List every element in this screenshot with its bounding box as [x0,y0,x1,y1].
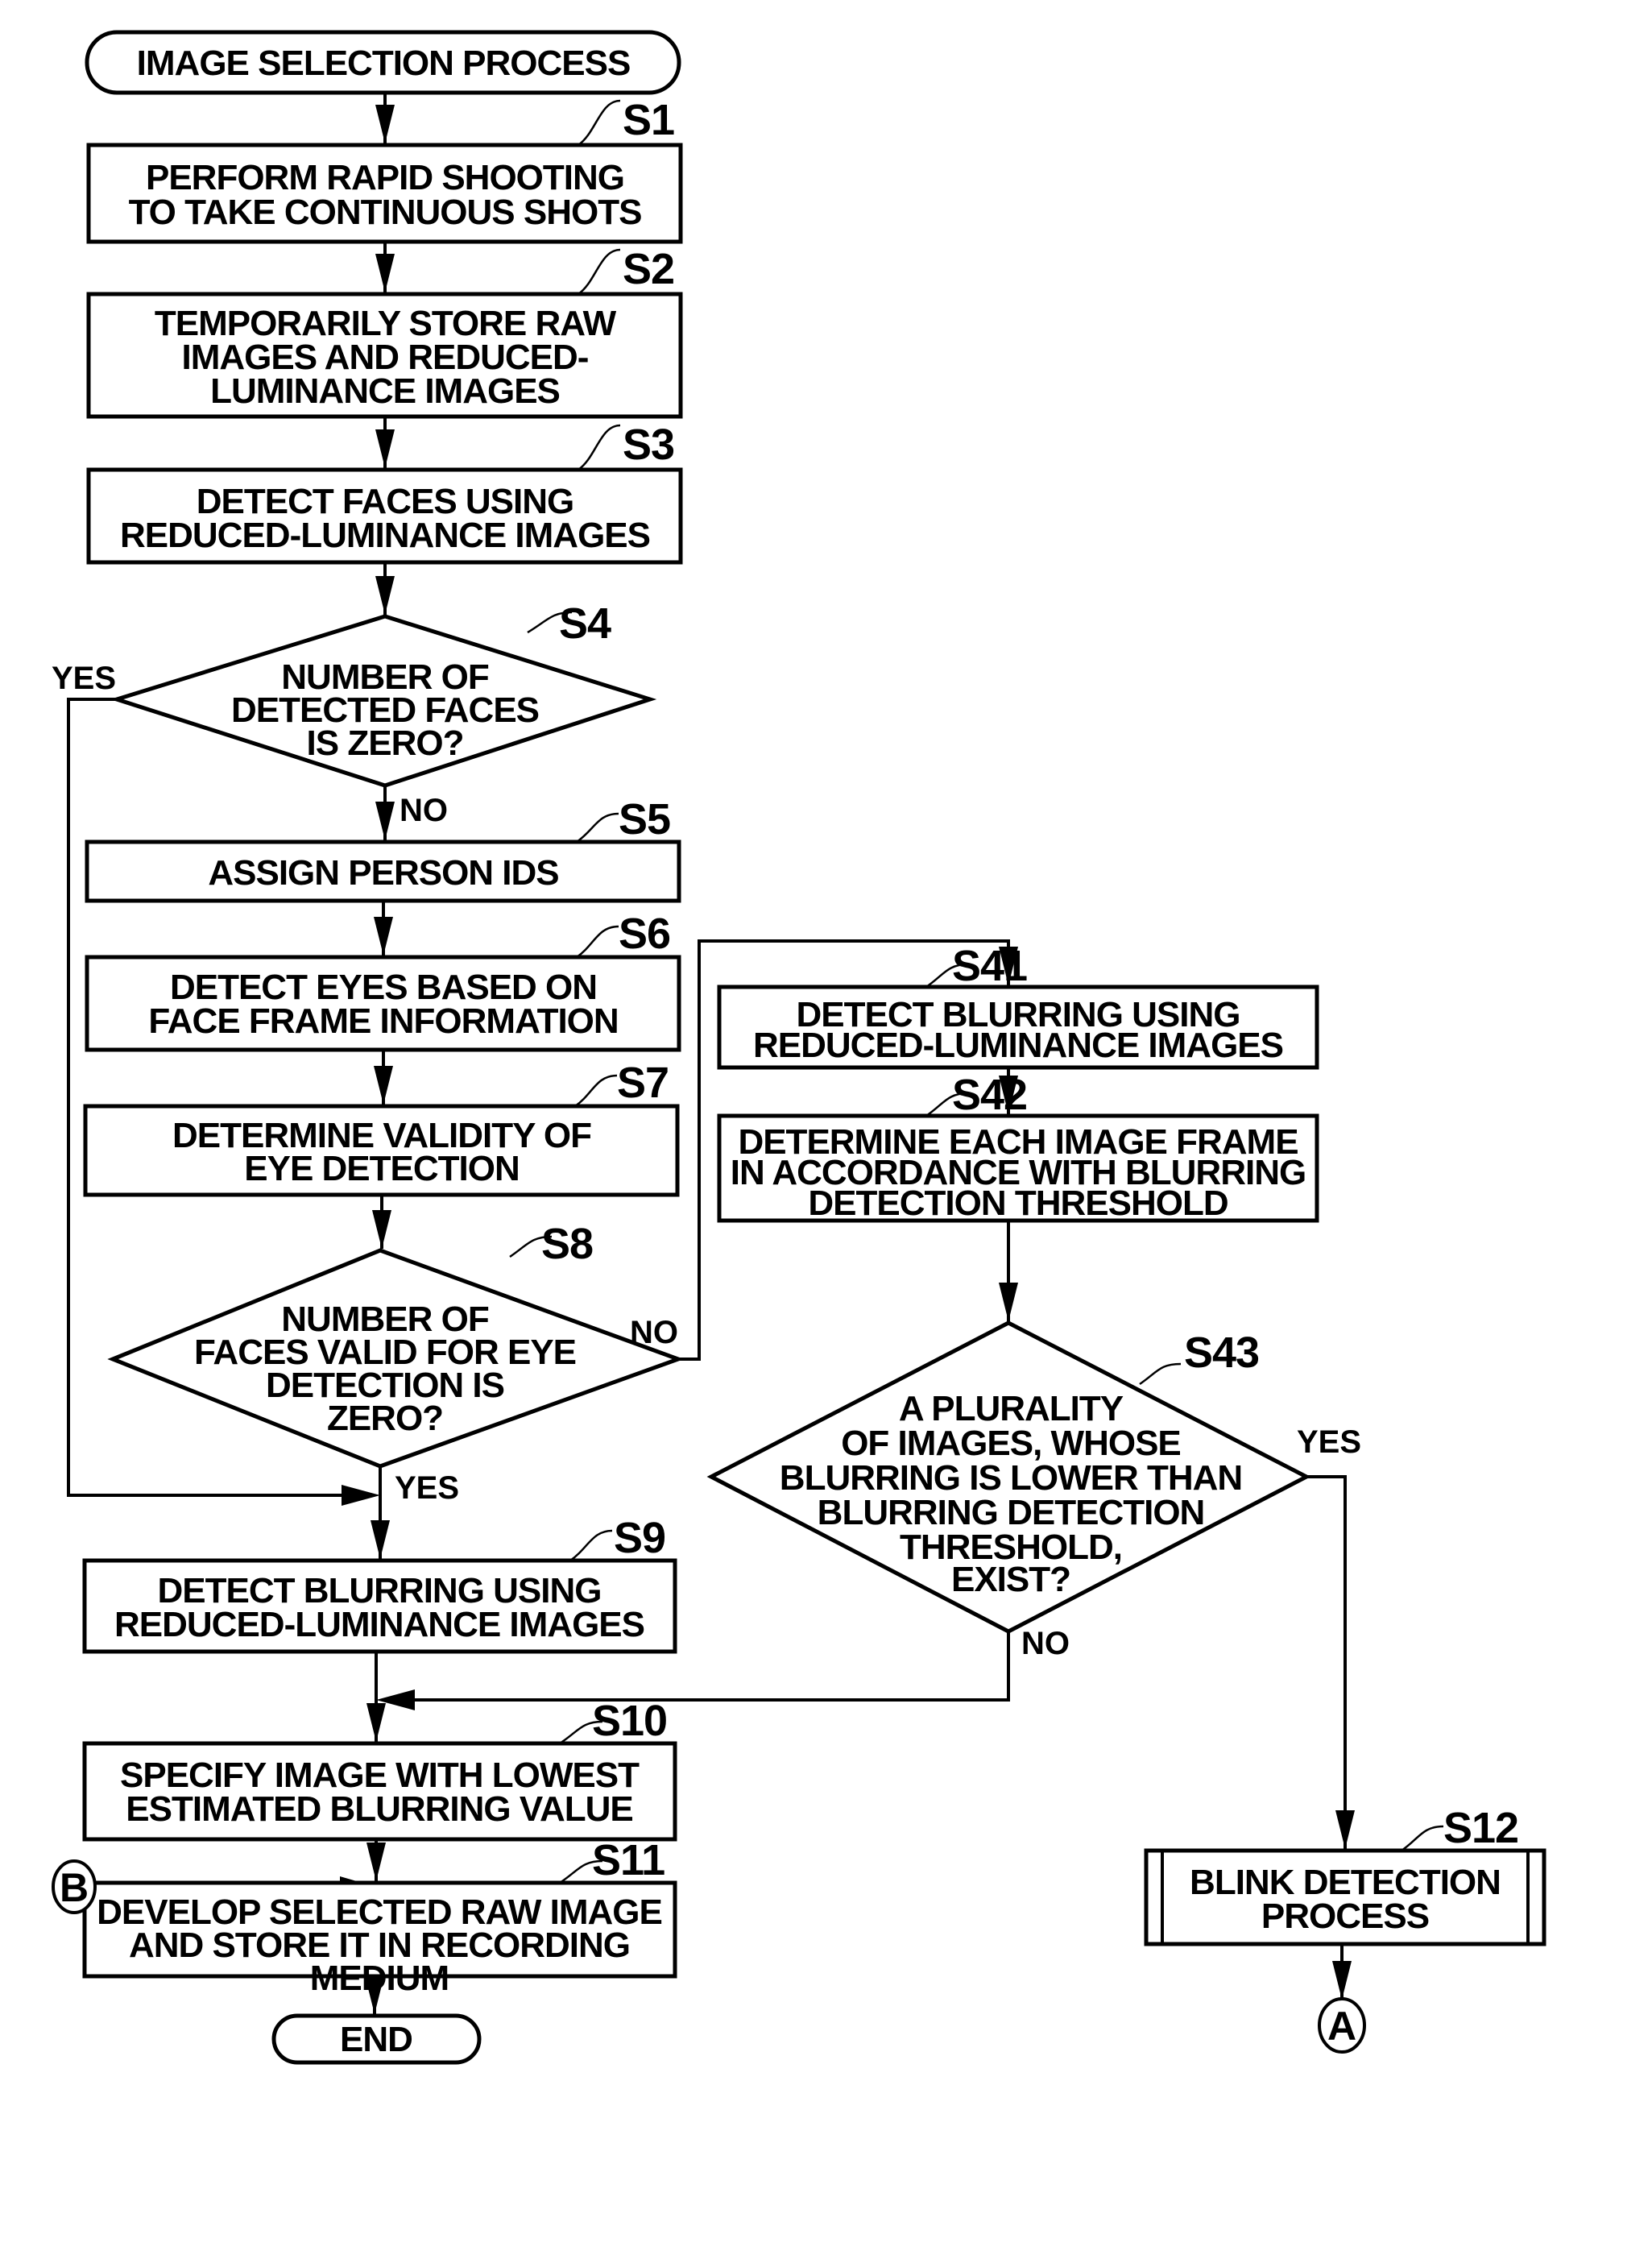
step-s11-line-3: MEDIUM [310,1959,449,1998]
step-s5-line-1: ASSIGN PERSON IDS [208,853,558,893]
label-s1: S1 [623,96,674,144]
label-s8: S8 [541,1220,593,1268]
step-s1-line-2: TO TAKE CONTINUOUS SHOTS [129,193,642,232]
branch-s4-yes: YES [52,661,116,696]
step-s1: PERFORM RAPID SHOOTING TO TAKE CONTINUOU… [86,143,683,244]
step-s3: DETECT FACES USING REDUCED-LUMINANCE IMA… [86,467,683,565]
step-s42-line-3: DETECTION THRESHOLD [808,1183,1228,1223]
arrowhead-icon [375,576,395,615]
label-s11: S11 [592,1836,665,1884]
arrowhead-icon [374,917,393,955]
label-s12: S12 [1443,1804,1518,1852]
arrowhead-icon [342,1485,380,1506]
connector-a-label: A [1327,2004,1356,2049]
leader-s2 [578,248,621,296]
image-selection-flowchart: IMAGE SELECTION PROCESS PERFORM RAPID SH… [52,30,1546,2065]
leader-s7 [574,1074,618,1108]
label-s5: S5 [619,795,670,844]
decision-s43-line-1: A PLURALITY [899,1389,1124,1428]
step-s2-line-3: LUMINANCE IMAGES [210,371,560,411]
step-s42: DETERMINE EACH IMAGE FRAME IN ACCORDANCE… [717,1113,1319,1223]
step-s3-line-2: REDUCED-LUMINANCE IMAGES [120,516,650,555]
branch-s43-no: NO [1021,1626,1070,1661]
label-s6: S6 [619,910,670,958]
arrowhead-icon [375,254,395,292]
leader-s5 [576,812,619,844]
step-s7: DETERMINE VALIDITY OF EYE DETECTION [83,1104,680,1197]
label-s2: S2 [623,245,674,293]
start-label: IMAGE SELECTION PROCESS [137,44,631,83]
branch-s8-no: NO [630,1315,678,1350]
connector-b-label: B [60,1865,89,1910]
leader-s1 [578,99,621,147]
arrowhead-icon [366,1703,386,1742]
connector-a: A [1318,1997,1366,2054]
subprocess-s12-line-2: PROCESS [1261,1896,1429,1936]
step-s9-line-2: REDUCED-LUMINANCE IMAGES [114,1605,644,1644]
step-s6: DETECT EYES BASED ON FACE FRAME INFORMAT… [85,955,681,1052]
arrowhead-icon [375,105,395,143]
arrowhead-icon [1335,1810,1355,1849]
arrowhead-icon [366,1843,386,1881]
label-s43: S43 [1184,1329,1259,1377]
arrow-s43-yes [1306,1475,1347,1849]
label-s3: S3 [623,421,674,469]
step-s9: DETECT BLURRING USING REDUCED-LUMINANCE … [82,1558,677,1654]
step-s2: TEMPORARILY STORE RAW IMAGES AND REDUCED… [86,292,683,419]
step-s10: SPECIFY IMAGE WITH LOWEST ESTIMATED BLUR… [82,1741,677,1842]
step-s41-line-2: REDUCED-LUMINANCE IMAGES [753,1026,1283,1065]
step-s1-line-1: PERFORM RAPID SHOOTING [146,158,624,197]
arrowhead-icon [374,1066,393,1105]
arrowhead-icon [1332,1961,1352,2000]
arrowhead-icon [372,1210,391,1249]
branch-s4-no: NO [400,793,448,828]
label-s10: S10 [592,1697,667,1745]
arrowhead-icon [371,1520,390,1559]
connector-b: B [52,1859,97,1914]
step-s41: DETECT BLURRING USING REDUCED-LUMINANCE … [717,984,1319,1070]
decision-s43-line-6: EXIST? [951,1560,1070,1599]
leader-s12 [1401,1825,1444,1852]
step-s7-line-2: EYE DETECTION [244,1149,520,1188]
step-s10-line-2: ESTIMATED BLURRING VALUE [126,1789,632,1829]
decision-s43-line-3: BLURRING IS LOWER THAN [780,1458,1242,1498]
label-s7: S7 [617,1059,669,1107]
leader-s43 [1139,1362,1182,1386]
arrowhead-icon [999,1283,1018,1321]
leader-s9 [569,1529,613,1562]
leader-s3 [578,424,621,471]
label-s4: S4 [559,599,611,648]
decision-s8-line-4: ZERO? [327,1399,443,1438]
decision-s4-line-3: IS ZERO? [307,723,464,763]
end-label: END [340,2020,412,2059]
branch-s8-yes: YES [395,1470,459,1506]
label-s41: S41 [952,942,1027,990]
end-terminal: END [271,2013,482,2065]
step-s11: DEVELOP SELECTED RAW IMAGE AND STORE IT … [82,1880,677,1998]
start-terminal: IMAGE SELECTION PROCESS [85,30,681,95]
branch-s43-yes: YES [1297,1424,1361,1460]
subprocess-s12: BLINK DETECTION PROCESS [1144,1848,1546,1946]
label-s9: S9 [614,1514,665,1562]
decision-s8: NUMBER OF FACES VALID FOR EYE DETECTION … [107,1248,685,1469]
step-s5: ASSIGN PERSON IDS [85,839,681,903]
arrowhead-icon [375,802,395,840]
arrowhead-icon [375,429,395,468]
decision-s43-line-2: OF IMAGES, WHOSE [841,1424,1181,1463]
label-s42: S42 [952,1071,1027,1119]
step-s6-line-2: FACE FRAME INFORMATION [148,1001,618,1041]
leader-s6 [576,925,619,959]
decision-s43-line-4: BLURRING DETECTION [818,1493,1205,1532]
